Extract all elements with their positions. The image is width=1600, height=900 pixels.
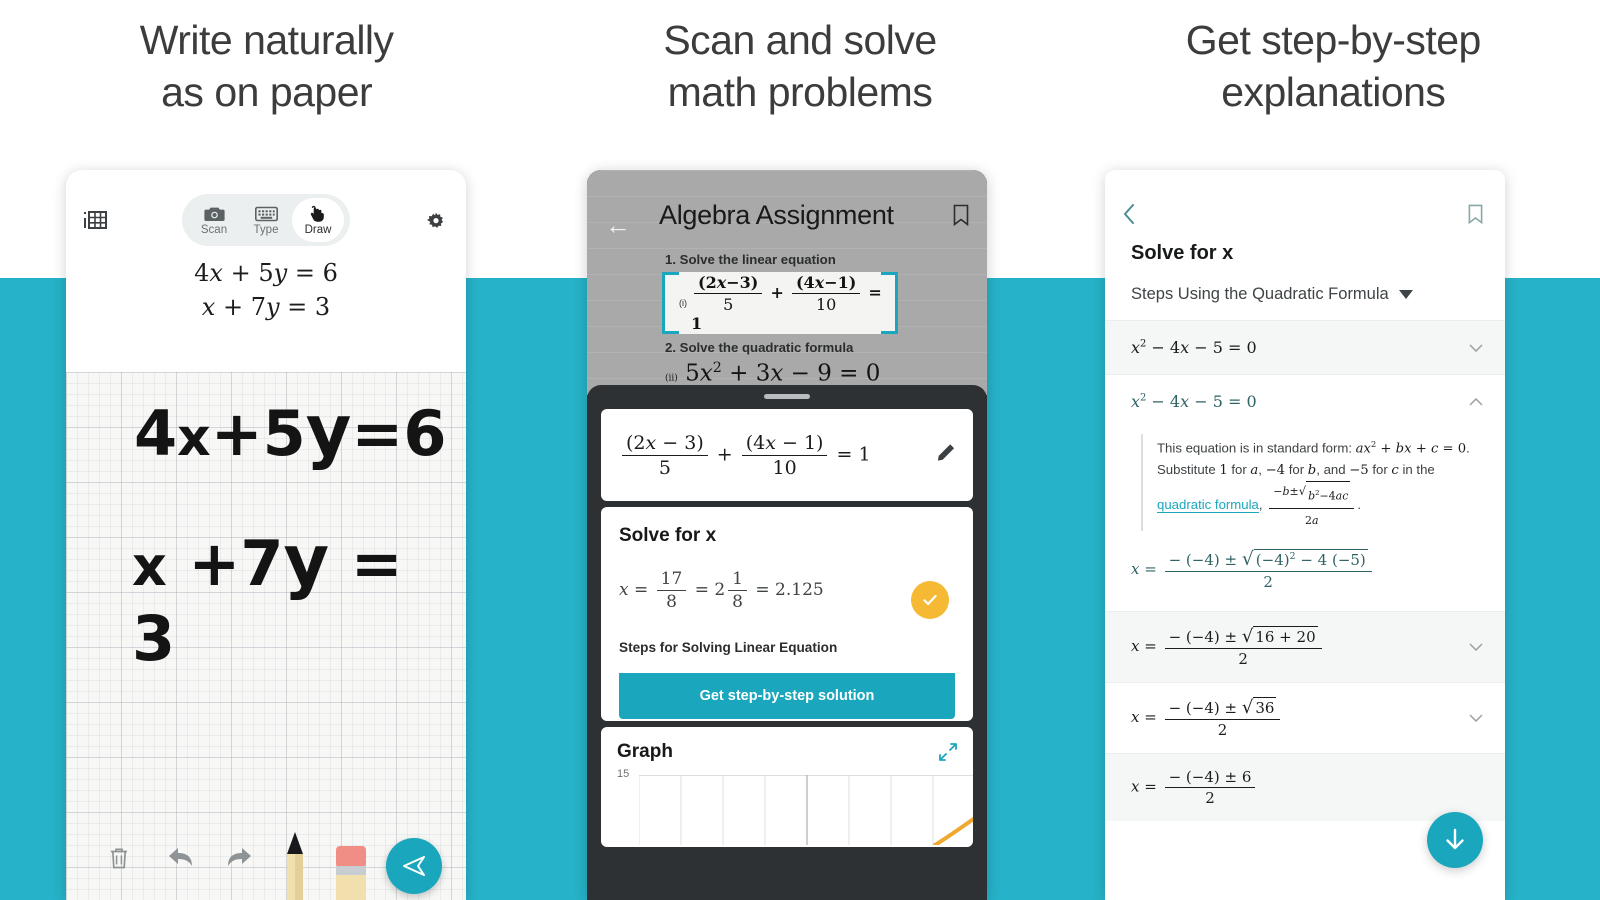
phone-screenshot-scan: ← Algebra Assignment 1. Solve the linear… bbox=[587, 170, 987, 900]
page-title: Solve for x bbox=[1131, 242, 1234, 264]
step-expression: x = − (−4) ± √ 36 2 bbox=[1131, 697, 1283, 739]
phone1-typed-equations: 4x + 5y = 6 x + 7y = 3 bbox=[66, 256, 466, 324]
mode-draw-label: Draw bbox=[304, 224, 332, 236]
mode-scan-button[interactable]: Scan bbox=[188, 198, 240, 242]
eraser-icon[interactable] bbox=[334, 846, 368, 900]
bookmark-icon[interactable] bbox=[1468, 204, 1483, 229]
chevron-down-icon[interactable] bbox=[1469, 339, 1483, 357]
graph-plot: 15 bbox=[617, 768, 973, 845]
solution-card: Solve for x x = 17 8 = 218 = 2.125 Steps … bbox=[601, 507, 973, 721]
scan-instruction-2: 2. Solve the quadratic formula bbox=[665, 340, 854, 355]
send-button[interactable] bbox=[386, 838, 442, 894]
results-bottom-sheet: (2x − 3) 5 + (4x − 1) 10 = 1 Solve for x x… bbox=[587, 385, 987, 900]
back-arrow-icon[interactable]: ← bbox=[605, 212, 631, 238]
send-icon bbox=[403, 856, 425, 876]
handwritten-equation-1: 4x+5y=6 bbox=[134, 390, 447, 472]
method-selector[interactable]: Steps Using the Quadratic Formula bbox=[1105, 265, 1505, 320]
pencil-edit-icon[interactable] bbox=[937, 444, 955, 467]
drawing-toolbar bbox=[66, 824, 466, 900]
solution-result: x = 17 8 = 218 = 2.125 bbox=[619, 569, 824, 612]
chevron-down-icon[interactable] bbox=[1469, 709, 1483, 727]
typed-equation-1: 4x + 5y = 6 bbox=[194, 259, 338, 287]
graph-card[interactable]: Graph 15 bbox=[601, 727, 973, 847]
handwritten-equation-2: x +7y = 3 bbox=[132, 520, 403, 675]
check-icon bbox=[923, 594, 937, 606]
phone1-topbar: Scan Type Draw bbox=[66, 170, 466, 246]
step-expression: x = − (−4) ± √ 16 + 20 2 bbox=[1131, 626, 1325, 668]
sheet-equation: (2x − 3) 5 + (4x − 1) 10 = 1 bbox=[619, 432, 871, 479]
trash-icon[interactable] bbox=[108, 846, 130, 875]
phone3-topbar bbox=[1105, 170, 1505, 226]
list-icon[interactable] bbox=[84, 210, 108, 232]
step-row[interactable]: x = − (−4) ± √ 16 + 20 2 bbox=[1105, 611, 1505, 683]
step-expression: x2 − 4x − 5 = 0 bbox=[1131, 338, 1257, 357]
verified-badge bbox=[911, 581, 949, 619]
scan-item-label: (i) bbox=[679, 298, 687, 308]
step-row[interactable]: x = − (−4) ± 62 bbox=[1105, 753, 1505, 822]
drawing-canvas[interactable]: 4x+5y=6 x +7y = 3 bbox=[66, 372, 466, 900]
chevron-up-icon[interactable] bbox=[1469, 393, 1483, 411]
camera-icon bbox=[203, 204, 225, 223]
keyboard-icon bbox=[254, 204, 278, 223]
mode-draw-button[interactable]: Draw bbox=[292, 198, 344, 242]
pencil-icon[interactable] bbox=[278, 830, 312, 900]
mode-segmented-control[interactable]: Scan Type Draw bbox=[182, 194, 350, 246]
method-label: Steps Using the Quadratic Formula bbox=[1131, 285, 1389, 303]
graph-title: Graph bbox=[617, 741, 673, 762]
scan-instruction-1: 1. Solve the linear equation bbox=[665, 252, 836, 267]
get-steps-button[interactable]: Get step-by-step solution bbox=[619, 673, 955, 719]
gear-icon[interactable] bbox=[426, 212, 446, 232]
heading-steps: Get step-by-step explanations bbox=[1185, 17, 1482, 115]
back-chevron-icon[interactable] bbox=[1123, 204, 1135, 229]
step-expression: x = − (−4) ± 62 bbox=[1131, 768, 1258, 807]
mode-type-label: Type bbox=[253, 224, 279, 236]
caret-down-icon bbox=[1398, 285, 1413, 304]
heading-write: Write naturally as on paper bbox=[139, 17, 394, 115]
scanned-page-image: ← Algebra Assignment 1. Solve the linear… bbox=[587, 170, 987, 395]
hand-draw-icon bbox=[308, 204, 328, 223]
mode-type-button[interactable]: Type bbox=[240, 198, 292, 242]
redo-icon[interactable] bbox=[224, 844, 254, 875]
step-row[interactable]: x = − (−4) ± √ 36 2 bbox=[1105, 682, 1505, 753]
crop-bracket-right bbox=[881, 272, 898, 334]
step-row[interactable]: x2 − 4x − 5 = 0 bbox=[1105, 320, 1505, 374]
equation-card[interactable]: (2x − 3) 5 + (4x − 1) 10 = 1 bbox=[601, 409, 973, 501]
main-derivation: x = − (−4) ± √ (−4)2 − 4 (−5) 2 bbox=[1105, 545, 1505, 611]
typed-equation-2: x + 7y = 3 bbox=[201, 293, 331, 321]
chevron-down-icon[interactable] bbox=[1469, 638, 1483, 656]
heading-scan: Scan and solve math problems bbox=[663, 17, 937, 115]
graph-y-tick: 15 bbox=[617, 768, 630, 780]
step-row-expanded[interactable]: x2 − 4x − 5 = 0 bbox=[1105, 374, 1505, 428]
bookmark-icon[interactable] bbox=[953, 204, 969, 231]
scan-equation-2: (ii) 5x2 + 3x − 9 = 0 bbox=[665, 360, 881, 387]
sheet-drag-handle[interactable] bbox=[764, 394, 810, 399]
crop-bracket-left bbox=[662, 272, 679, 334]
phone-screenshot-steps: Solve for x Steps Using the Quadratic Fo… bbox=[1105, 170, 1505, 900]
steps-subtitle: Steps for Solving Linear Equation bbox=[619, 640, 838, 655]
step-explanation: This equation is in standard form: ax2 +… bbox=[1141, 434, 1479, 532]
solution-title: Solve for x bbox=[619, 525, 717, 546]
scan-page-title: Algebra Assignment bbox=[659, 200, 894, 230]
mode-scan-label: Scan bbox=[200, 224, 228, 236]
quadratic-formula-link[interactable]: quadratic formula bbox=[1157, 497, 1259, 514]
crop-selection[interactable]: (i) (2x−3) 5 + (4x−1) 10 = 1 bbox=[662, 272, 898, 334]
undo-icon[interactable] bbox=[166, 844, 196, 875]
inline-quadratic-formula: −b± √ b2−4ac 2a bbox=[1266, 481, 1357, 527]
step-expression: x2 − 4x − 5 = 0 bbox=[1131, 392, 1257, 411]
phone-screenshot-write: Scan Type Draw 4x + 5y = 6 x + 7y = 3 4x… bbox=[66, 170, 466, 900]
expand-icon[interactable] bbox=[939, 743, 957, 766]
scan-highlighted-equation: (2x−3) 5 + (4x−1) 10 = 1 bbox=[691, 273, 882, 333]
download-arrow-icon bbox=[1446, 828, 1464, 850]
scroll-down-fab[interactable] bbox=[1427, 812, 1483, 868]
